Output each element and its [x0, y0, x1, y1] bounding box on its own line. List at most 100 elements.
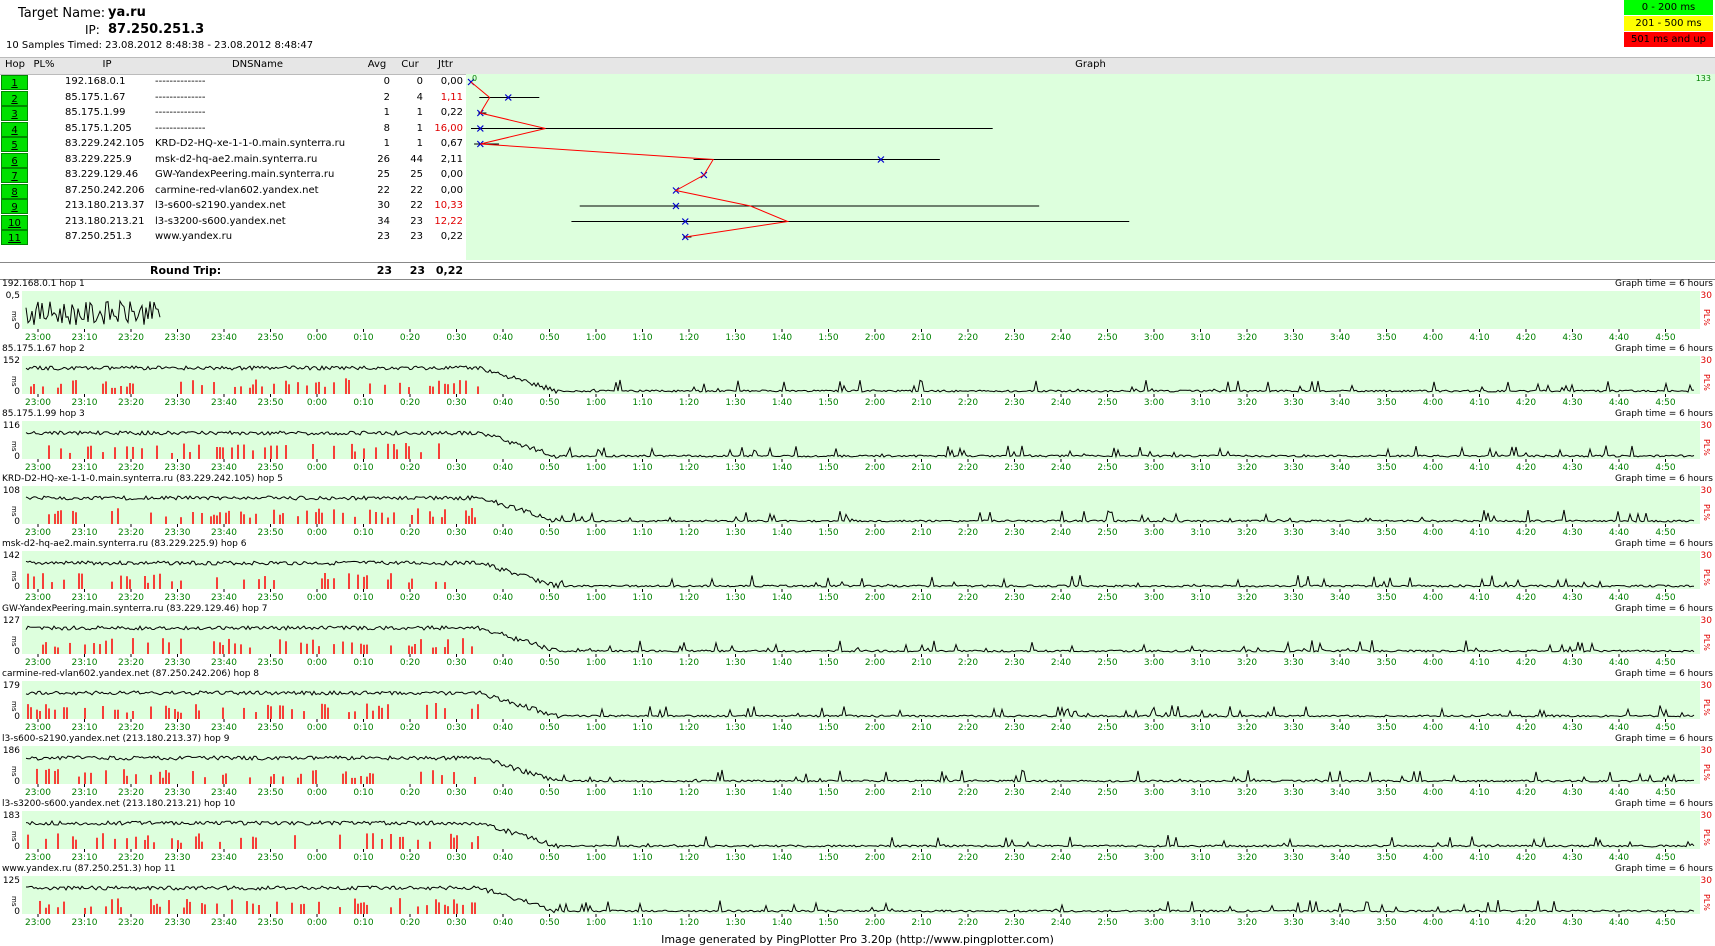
dnsname-cell: -------------- — [155, 91, 206, 103]
strip-ymin-label: 0 — [14, 322, 20, 332]
time-tick-label: 23:30 — [165, 593, 191, 603]
time-tick-label: 23:40 — [211, 593, 237, 603]
time-tick-label: 1:10 — [632, 593, 652, 603]
time-tick-label: 3:30 — [1283, 463, 1303, 473]
dnsname-cell: -------------- — [155, 122, 206, 134]
time-tick-label: 3:00 — [1144, 333, 1164, 343]
time-tick-label: 2:10 — [911, 723, 931, 733]
strip-pl-label: PL% — [1702, 634, 1711, 651]
ip-label: IP: — [85, 23, 100, 37]
time-tick-label: 2:50 — [1097, 463, 1117, 473]
route-graph: 0 133 — [466, 74, 1715, 260]
time-tick-label: 4:10 — [1469, 463, 1489, 473]
time-tick-label: 3:50 — [1376, 528, 1396, 538]
dnsname-cell: KRD-D2-HQ-xe-1-1-0.main.synterra.ru — [155, 138, 346, 149]
hop-number-cell[interactable]: 2 — [1, 90, 28, 106]
strip-ymin-label: 0 — [14, 777, 20, 787]
strip-ymin-label: 0 — [14, 387, 20, 397]
hop-number-cell[interactable]: 3 — [1, 106, 28, 121]
strip-pl-max-label: 30 — [1701, 876, 1713, 886]
time-tick-label: 4:00 — [1423, 853, 1443, 863]
hop-number-cell[interactable]: 1 — [1, 75, 28, 90]
time-tick-label: 23:00 — [25, 333, 51, 343]
strip-ymax-label: 186 — [3, 746, 20, 756]
time-tick-label: 4:40 — [1609, 918, 1629, 928]
time-tick-label: 2:50 — [1097, 593, 1117, 603]
hop-number-cell[interactable]: 5 — [1, 137, 28, 152]
time-tick-label: 4:00 — [1423, 333, 1443, 343]
col-jttr[interactable]: Jttr — [428, 59, 463, 70]
time-tick-label: 4:50 — [1655, 658, 1675, 668]
time-tick-label: 4:10 — [1469, 853, 1489, 863]
time-tick-label: 3:30 — [1283, 658, 1303, 668]
col-dnsname[interactable]: DNSName — [155, 59, 360, 70]
time-tick-label: 1:40 — [772, 918, 792, 928]
hop-number-cell[interactable]: 6 — [1, 152, 28, 168]
time-tick-label: 3:10 — [1190, 918, 1210, 928]
time-tick-label: 4:30 — [1562, 333, 1582, 343]
time-tick-label: 2:10 — [911, 788, 931, 798]
time-tick-label: 23:00 — [25, 658, 51, 668]
ip-cell: 87.250.242.206 — [65, 184, 145, 196]
col-graph[interactable]: Graph — [466, 59, 1715, 70]
time-tick-label: 2:30 — [1004, 398, 1024, 408]
strip-title: carmine-red-vlan602.yandex.net (87.250.2… — [2, 669, 260, 679]
col-ip[interactable]: IP — [62, 59, 152, 70]
time-tick-label: 2:10 — [911, 918, 931, 928]
time-tick-label: 0:00 — [307, 658, 327, 668]
time-tick-label: 2:40 — [1051, 528, 1071, 538]
time-tick-label: 23:50 — [258, 528, 284, 538]
time-tick-label: 4:40 — [1609, 398, 1629, 408]
time-tick-label: 2:30 — [1004, 528, 1024, 538]
time-tick-label: 0:00 — [307, 528, 327, 538]
time-tick-label: 2:30 — [1004, 333, 1024, 343]
time-tick-label: 2:50 — [1097, 658, 1117, 668]
time-tick-label: 0:50 — [539, 853, 559, 863]
time-tick-label: 3:30 — [1283, 333, 1303, 343]
time-tick-label: 0:10 — [353, 398, 373, 408]
hop-number-cell[interactable]: 8 — [1, 183, 28, 199]
time-tick-label: 2:50 — [1097, 398, 1117, 408]
time-tick-label: 1:50 — [818, 788, 838, 798]
hop-number-cell[interactable]: 10 — [1, 214, 28, 230]
ip-cell: 87.250.251.3 — [65, 231, 132, 242]
col-pl[interactable]: PL% — [30, 59, 58, 70]
strip-graph-time: Graph time = 6 hours — [1615, 604, 1713, 614]
strip-ymin-label: 0 — [14, 842, 20, 852]
route-graph-svg — [467, 78, 1130, 241]
col-cur[interactable]: Cur — [395, 59, 425, 70]
time-tick-label: 23:40 — [211, 528, 237, 538]
time-tick-label: 0:00 — [307, 463, 327, 473]
time-tick-label: 23:20 — [118, 463, 144, 473]
time-tick-label: 2:10 — [911, 658, 931, 668]
strip-chart-svg: 186 0ms 30 PL% 23:00 23:10 23:20 23:30 23:40 23:5… — [3, 746, 1712, 798]
time-tick-label: 4:30 — [1562, 853, 1582, 863]
time-tick-label: 23:50 — [258, 463, 284, 473]
time-tick-label: 3:10 — [1190, 593, 1210, 603]
col-avg[interactable]: Avg — [362, 59, 392, 70]
time-tick-label: 0:20 — [400, 528, 420, 538]
time-tick-label: 0:40 — [493, 333, 513, 343]
time-tick-label: 23:50 — [258, 723, 284, 733]
time-tick-label: 1:50 — [818, 333, 838, 343]
dnsname-cell: l3-s600-s2190.yandex.net — [155, 200, 286, 211]
time-tick-label: 1:20 — [679, 723, 699, 733]
time-tick-label: 23:40 — [211, 723, 237, 733]
time-tick-label: 2:10 — [911, 593, 931, 603]
col-hop[interactable]: Hop — [2, 59, 28, 70]
strip-title: GW-YandexPeering.main.synterra.ru (83.22… — [2, 604, 268, 614]
time-tick-label: 2:00 — [865, 528, 885, 538]
strip-ymax-label: 127 — [3, 616, 20, 626]
target-name-value: ya.ru — [108, 5, 146, 20]
strip-chart-svg: 142 0ms 30 PL% 23:00 23:10 23:20 23:30 23:40 23:5… — [3, 551, 1712, 603]
hop-number-cell[interactable]: 7 — [1, 168, 28, 183]
time-tick-label: 1:10 — [632, 723, 652, 733]
time-tick-label: 3:50 — [1376, 918, 1396, 928]
hop-number-cell[interactable]: 9 — [1, 199, 28, 214]
strip-ms-label: ms — [10, 311, 18, 322]
time-tick-label: 4:20 — [1516, 463, 1536, 473]
time-tick-label: 23:30 — [165, 723, 191, 733]
hop-number-cell[interactable]: 11 — [1, 230, 28, 245]
hop-number-cell[interactable]: 4 — [1, 121, 28, 137]
time-tick-label: 1:20 — [679, 853, 699, 863]
